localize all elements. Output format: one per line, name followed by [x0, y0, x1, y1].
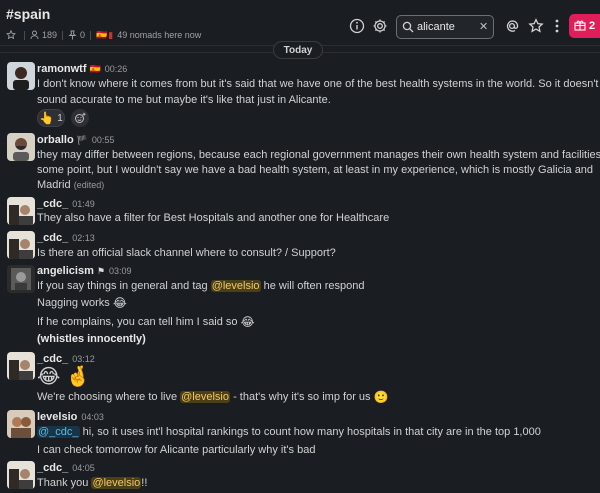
- username[interactable]: angelicism: [37, 265, 94, 277]
- day-divider: Today: [0, 41, 600, 59]
- text-fragment: he will often respond: [263, 280, 365, 292]
- text-fragment: !!: [141, 477, 148, 489]
- nomads-here-now[interactable]: 49 nomads here now: [117, 30, 201, 40]
- avatar[interactable]: [7, 133, 35, 161]
- search-icon: [402, 21, 414, 36]
- username[interactable]: _cdc_: [37, 353, 68, 365]
- pin-icon[interactable]: [68, 30, 77, 40]
- message-text: Madrid: [37, 179, 71, 191]
- message-text: sound accurate to me but maybe it's like…: [37, 94, 331, 106]
- timestamp[interactable]: 01:49: [72, 199, 95, 209]
- status-flag-icon: ⚑: [96, 265, 105, 276]
- add-reaction-icon[interactable]: [71, 109, 89, 127]
- avatar[interactable]: [7, 352, 35, 380]
- message-text: some point, but I wouldn't say we have a…: [37, 164, 594, 176]
- timestamp[interactable]: 04:03: [81, 412, 104, 422]
- username[interactable]: ramonwtf: [37, 63, 87, 75]
- username[interactable]: _cdc_: [37, 462, 68, 474]
- spain-flag-icon: 🇪🇸: [96, 29, 108, 40]
- channel-header: #spain 189 0 🇪🇸 ▮ 49 nomads here now ✕: [0, 0, 600, 46]
- gift-count: 2: [589, 20, 596, 32]
- gift-icon: [574, 19, 586, 34]
- saved-star-icon[interactable]: [527, 17, 545, 35]
- more-options-icon[interactable]: [548, 17, 566, 35]
- members-icon[interactable]: [30, 30, 39, 40]
- message-text: Thank you @levelsio!!: [37, 476, 597, 491]
- info-icon[interactable]: [348, 17, 366, 35]
- text-fragment: - that's why it's so imp for us: [233, 391, 371, 403]
- timestamp[interactable]: 00:55: [92, 135, 115, 145]
- text-fragment: We're choosing where to live: [37, 391, 178, 403]
- mention-cdc[interactable]: @_cdc_: [37, 426, 80, 438]
- avatar[interactable]: [7, 197, 35, 225]
- reaction-pill[interactable]: 👆 1: [37, 109, 65, 127]
- passport-icon: ▮: [108, 29, 114, 40]
- mention-levelsio[interactable]: @levelsio: [91, 477, 142, 489]
- mention-levelsio[interactable]: @levelsio: [210, 280, 261, 292]
- message-text-last: Madrid (edited): [37, 178, 597, 193]
- text-fragment: (whistles innocently): [37, 333, 146, 345]
- username[interactable]: orballo: [37, 134, 74, 146]
- search-box[interactable]: ✕: [396, 15, 494, 39]
- user-flag: 🇪🇸: [89, 63, 101, 74]
- settings-gear-icon[interactable]: [371, 17, 389, 35]
- tears-of-joy-emoji: 😂: [112, 296, 127, 310]
- timestamp[interactable]: 04:05: [72, 463, 95, 473]
- search-input[interactable]: [417, 19, 477, 35]
- avatar[interactable]: [7, 62, 35, 90]
- jumbo-emojis: 😂 🤞: [37, 366, 91, 388]
- text-fragment: If you say things in general and tag: [37, 280, 208, 292]
- message-text: Is there an official slack channel where…: [37, 247, 336, 259]
- star-outline-icon[interactable]: [6, 30, 16, 40]
- text-fragment: hi, so it uses int'l hospital rankings t…: [82, 426, 541, 438]
- text-fragment: If he complains, you can tell him I said…: [37, 316, 238, 328]
- timestamp[interactable]: 03:09: [109, 266, 132, 276]
- user-flag: 🏴: [76, 134, 88, 145]
- text-fragment: Thank you: [37, 477, 89, 489]
- avatar[interactable]: [7, 231, 35, 259]
- timestamp[interactable]: 00:26: [105, 64, 128, 74]
- username[interactable]: _cdc_: [37, 232, 68, 244]
- timestamp[interactable]: 02:13: [72, 233, 95, 243]
- message-text: @_cdc_ hi, so it uses int'l hospital ran…: [37, 425, 597, 440]
- pointing-up-emoji: 👆: [39, 111, 55, 125]
- text-fragment: Nagging works: [37, 297, 110, 309]
- username[interactable]: _cdc_: [37, 198, 68, 210]
- message-text: They also have a filter for Best Hospita…: [37, 212, 390, 224]
- mention-levelsio[interactable]: @levelsio: [180, 391, 230, 403]
- day-divider-label[interactable]: Today: [273, 41, 323, 59]
- username[interactable]: levelsio: [37, 411, 77, 423]
- edited-label: (edited): [73, 180, 105, 190]
- message-text: they may differ between regions, because…: [37, 149, 600, 161]
- message-text: If you say things in general and tag @le…: [37, 279, 597, 294]
- mentions-icon[interactable]: [503, 17, 521, 35]
- members-count[interactable]: 189: [42, 30, 57, 40]
- avatar[interactable]: [7, 461, 35, 489]
- reaction-count: 1: [57, 112, 63, 124]
- avatar[interactable]: [7, 265, 35, 293]
- channel-title[interactable]: #spain: [6, 6, 50, 22]
- message-text: If he complains, you can tell him I said…: [37, 315, 597, 330]
- tears-of-joy-emoji: 😂: [240, 315, 255, 329]
- message-text: (whistles innocently): [37, 332, 597, 347]
- message-text: I don't know where it comes from but it'…: [37, 78, 599, 90]
- message-text: Nagging works 😂: [37, 296, 597, 311]
- timestamp[interactable]: 03:12: [72, 354, 95, 364]
- pinned-count[interactable]: 0: [80, 30, 85, 40]
- message-text: I can check tomorrow for Alicante partic…: [37, 444, 316, 456]
- channel-meta: 189 0 🇪🇸 ▮ 49 nomads here now: [6, 29, 201, 41]
- clear-search-icon[interactable]: ✕: [479, 20, 488, 34]
- avatar[interactable]: [7, 410, 35, 438]
- gift-notifications-button[interactable]: 2: [569, 14, 600, 38]
- slightly-smiling-emoji: 🙂: [373, 390, 389, 404]
- message-text: We're choosing where to live @levelsio -…: [37, 390, 597, 405]
